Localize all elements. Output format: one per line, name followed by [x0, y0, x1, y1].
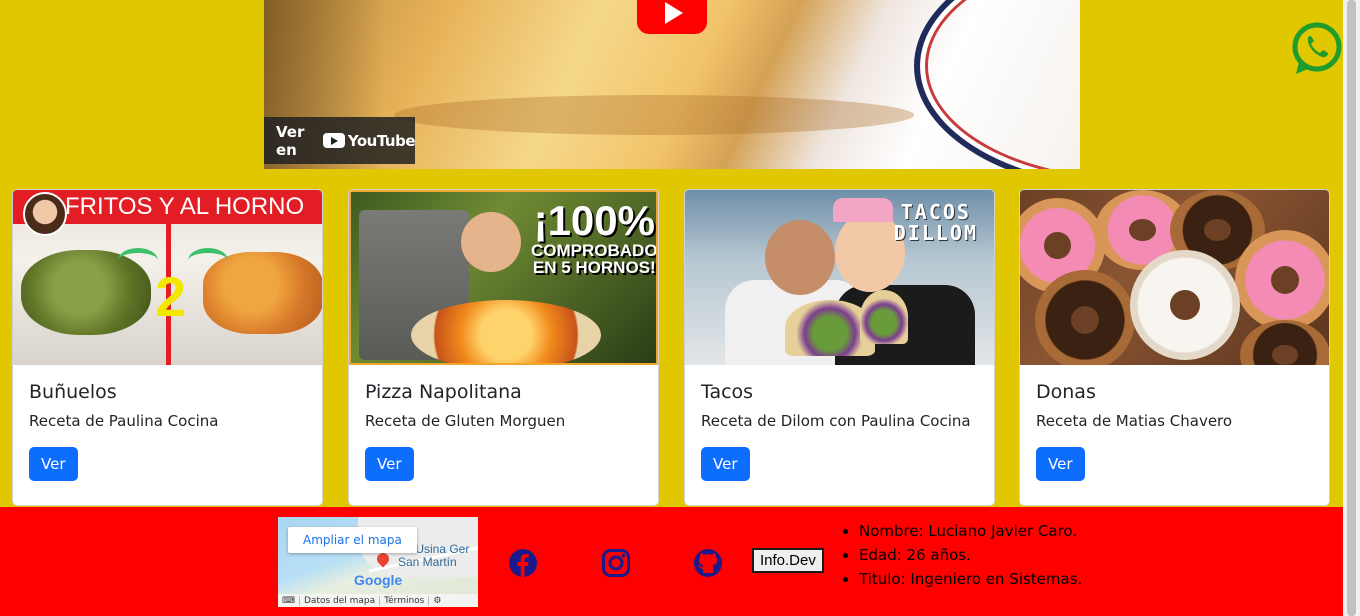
- card-title: Tacos: [701, 381, 754, 403]
- recipe-card-tacos: TACOS DILLOM Tacos Receta de Dilom con P…: [684, 189, 995, 506]
- card-image-tacos: TACOS DILLOM: [685, 190, 994, 365]
- card-title: Buñuelos: [29, 381, 117, 403]
- developer-age: Edad: 26 años.: [859, 543, 1082, 567]
- thumb-brand-line2: DILLOM: [893, 221, 978, 245]
- map-data-link[interactable]: Datos del mapa: [299, 595, 379, 606]
- thumb-donut: [1035, 270, 1135, 365]
- ver-button[interactable]: Ver: [701, 447, 750, 481]
- thumb-headline: ¡100% COMPROBADO EN 5 HORNOS!: [531, 197, 658, 277]
- info-dev-button[interactable]: Info.Dev: [752, 548, 824, 573]
- developer-title: Titulo: Ingeniero en Sistemas.: [859, 567, 1082, 591]
- enlarge-map-link[interactable]: Ampliar el mapa: [288, 527, 417, 553]
- card-text: Receta de Paulina Cocina: [29, 412, 219, 430]
- card-title: Pizza Napolitana: [365, 381, 522, 403]
- thumb-donut: [1130, 250, 1240, 360]
- scrollbar-thumb[interactable]: [1347, 0, 1356, 616]
- recipe-card-bunuelos: FRITOS Y AL HORNO 2 Buñuelos Receta de P…: [12, 189, 323, 506]
- youtube-logo-icon: [322, 133, 345, 148]
- thumb-brand-line1: TACOS: [900, 200, 971, 224]
- thumb-pizza: [411, 300, 601, 363]
- thumb-headline-line1: ¡100%: [533, 197, 655, 244]
- map-terms-link[interactable]: Términos: [379, 595, 428, 606]
- thumb-donut: [1235, 230, 1329, 330]
- ver-button[interactable]: Ver: [29, 447, 78, 481]
- thumb-donut: [1240, 320, 1329, 365]
- card-image-donas: [1020, 190, 1329, 365]
- thumb-headline-line2: COMPROBADO: [531, 241, 658, 260]
- watch-on-label: Ver en: [276, 122, 305, 159]
- thumb-number: 2: [155, 265, 187, 328]
- video-plate: [914, 0, 1080, 169]
- recipe-card-pizza: ¡100% COMPROBADO EN 5 HORNOS! Pizza Napo…: [348, 189, 659, 506]
- arrow-left-icon: [118, 248, 158, 273]
- youtube-logo-text: YouTube: [347, 131, 416, 150]
- ver-button[interactable]: Ver: [365, 447, 414, 481]
- map-settings-icon[interactable]: ⚙: [428, 595, 445, 606]
- arrow-right-icon: [188, 248, 228, 273]
- ver-button[interactable]: Ver: [1036, 447, 1085, 481]
- developer-name: Nombre: Luciano Javier Caro.: [859, 519, 1082, 543]
- developer-info-list: Nombre: Luciano Javier Caro. Edad: 26 añ…: [838, 519, 1082, 591]
- scrollbar[interactable]: [1343, 0, 1360, 616]
- card-title: Donas: [1036, 381, 1096, 403]
- thumb-person-left: [765, 220, 835, 295]
- youtube-play-icon[interactable]: [637, 0, 707, 34]
- github-icon[interactable]: [693, 548, 723, 578]
- card-image-pizza: ¡100% COMPROBADO EN 5 HORNOS!: [349, 190, 658, 365]
- video-embed[interactable]: Ver en YouTube: [264, 0, 1080, 169]
- map-place-line2: San Martín: [398, 554, 457, 569]
- keyboard-icon[interactable]: ⌨: [278, 596, 299, 606]
- recipe-card-donas: Donas Receta de Matias Chavero Ver: [1019, 189, 1330, 506]
- facebook-icon[interactable]: [508, 548, 538, 578]
- thumb-headline-line3: EN 5 HORNOS!: [532, 258, 656, 277]
- thumb-hat: [833, 198, 893, 222]
- card-image-bunuelos: FRITOS Y AL HORNO 2: [13, 190, 322, 365]
- thumb-avatar: [23, 192, 67, 236]
- video-tortilla: [394, 95, 914, 135]
- footer: Ex Usina Ger San Martín Ampliar el mapa …: [0, 507, 1343, 616]
- google-logo: Google: [354, 572, 403, 588]
- card-text: Receta de Gluten Morguen: [365, 412, 566, 430]
- thumb-chef: [461, 212, 521, 272]
- map-bottom-bar: ⌨ Datos del mapa Términos ⚙: [278, 594, 478, 607]
- watch-on-youtube-button[interactable]: Ver en YouTube: [264, 117, 416, 164]
- card-text: Receta de Matias Chavero: [1036, 412, 1233, 430]
- thumb-brand: TACOS DILLOM: [894, 202, 978, 244]
- instagram-icon[interactable]: [601, 548, 631, 578]
- map-embed[interactable]: Ex Usina Ger San Martín Ampliar el mapa …: [278, 517, 478, 607]
- whatsapp-icon[interactable]: [1290, 22, 1344, 76]
- thumb-taco: [860, 290, 908, 344]
- youtube-logo: YouTube: [322, 131, 416, 150]
- card-text: Receta de Dilom con Paulina Cocina: [701, 412, 971, 430]
